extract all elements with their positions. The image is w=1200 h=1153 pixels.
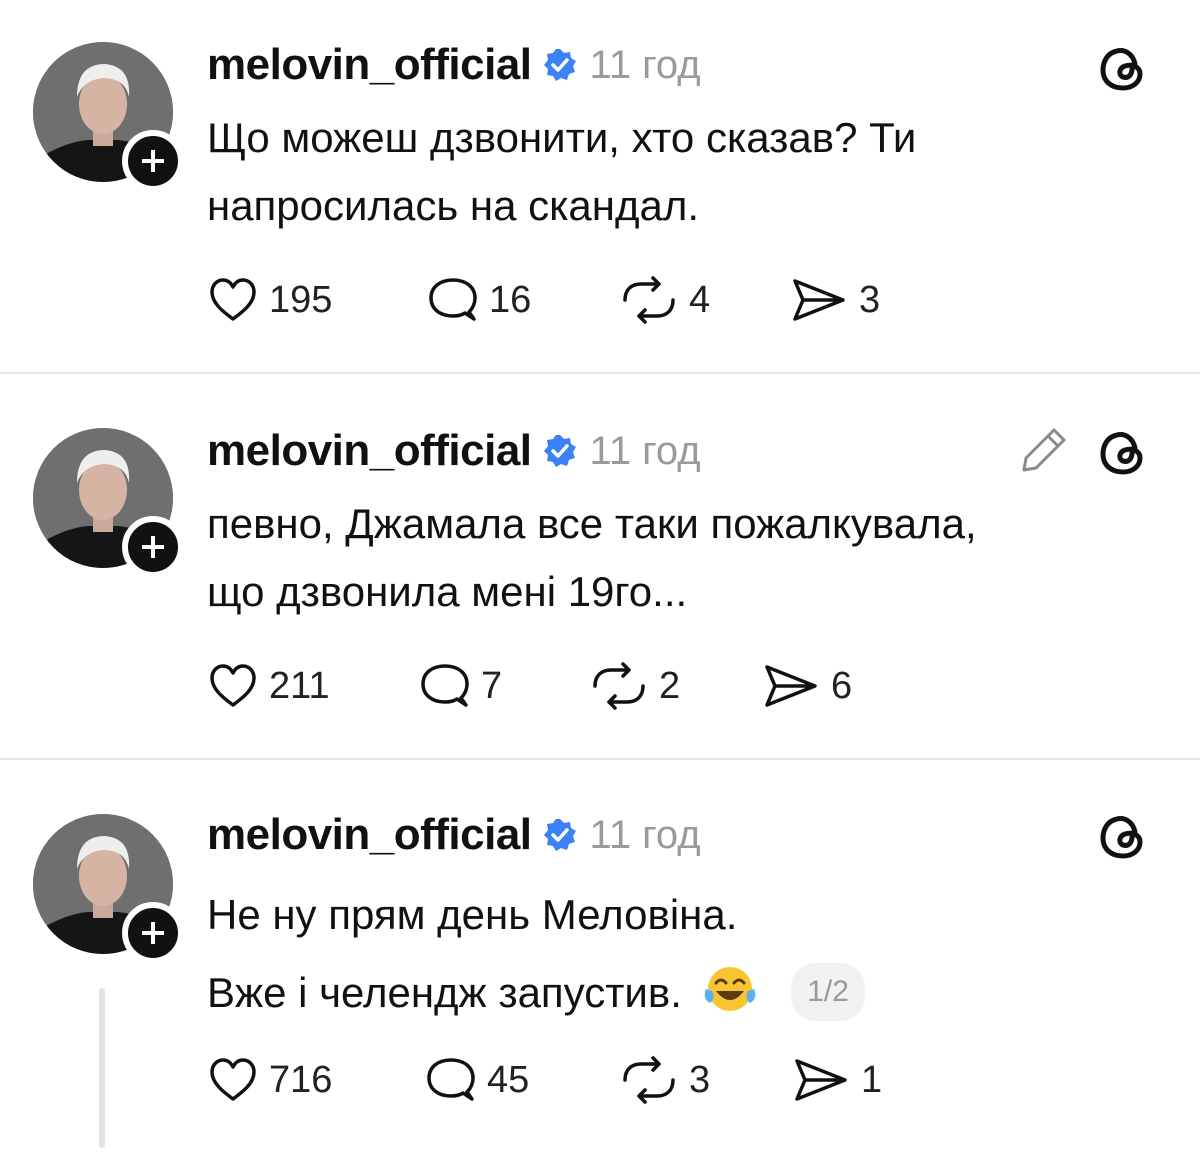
share-button[interactable]: 3 [787, 272, 880, 328]
post-text-line: Вже і челендж запустив. [207, 969, 682, 1016]
share-count: 6 [831, 664, 853, 707]
reply-button[interactable]: 16 [425, 272, 531, 328]
reply-button[interactable]: 45 [423, 1052, 529, 1108]
reply-bubble-icon [421, 664, 469, 707]
thread-line [99, 988, 105, 1148]
threads-logo-icon[interactable] [1095, 40, 1151, 96]
share-button[interactable]: 6 [759, 658, 852, 714]
reply-bubble-icon [427, 1058, 475, 1101]
repost-count: 4 [689, 278, 711, 321]
verified-badge-icon [543, 435, 576, 467]
verified-badge-icon [543, 49, 576, 81]
post-time: 11 год [589, 42, 701, 87]
username[interactable]: melovin_official [207, 810, 532, 860]
plus-icon [142, 150, 164, 172]
like-count: 716 [269, 1058, 333, 1101]
repost-icon [623, 276, 675, 324]
like-button[interactable]: 211 [205, 658, 330, 714]
repost-button[interactable]: 2 [587, 658, 680, 714]
heart-icon [210, 1058, 256, 1101]
post-text: певно, Джамала все таки пожалкувала, що … [207, 490, 1167, 626]
send-icon [765, 665, 817, 707]
pencil-icon[interactable] [1018, 422, 1072, 476]
follow-button[interactable] [122, 130, 184, 192]
post-time: 11 год [589, 812, 701, 857]
send-icon [795, 1059, 847, 1101]
heart-icon [210, 664, 256, 707]
repost-button[interactable]: 3 [617, 1052, 710, 1108]
reply-bubble-icon [429, 278, 477, 321]
username[interactable]: melovin_official [207, 426, 532, 476]
post-text: Не ну прям день Меловіна. Вже і челендж … [207, 876, 1167, 1032]
threads-logo-icon[interactable] [1095, 424, 1151, 480]
like-button[interactable]: 716 [205, 1052, 332, 1108]
post-header: melovin_official 11 год [207, 426, 701, 476]
reply-count: 45 [487, 1058, 530, 1101]
repost-button[interactable]: 4 [617, 272, 710, 328]
like-count: 195 [269, 278, 333, 321]
post-time: 11 год [589, 428, 701, 473]
post-header: melovin_official 11 год [207, 810, 701, 860]
repost-count: 2 [659, 664, 681, 707]
post-text: Що можеш дзвонити, хто сказав? Ти напрос… [207, 104, 1167, 240]
send-icon [793, 279, 845, 321]
reply-count: 7 [481, 664, 503, 707]
face-with-tears-of-joy-icon [704, 967, 755, 1011]
share-button[interactable]: 1 [789, 1052, 882, 1108]
repost-icon [623, 1056, 675, 1104]
follow-button[interactable] [122, 902, 184, 964]
post-divider [0, 758, 1200, 760]
verified-badge-icon [543, 819, 576, 851]
post-text-line: Не ну прям день Меловіна. [207, 891, 738, 938]
post-text-line: що дзвонила мені 19го... [207, 568, 688, 615]
repost-count: 3 [689, 1058, 711, 1101]
reply-count: 16 [489, 278, 532, 321]
reply-button[interactable]: 7 [417, 658, 502, 714]
plus-icon [142, 922, 164, 944]
post-text-line: певно, Джамала все таки пожалкувала, [207, 500, 977, 547]
threads-logo-icon[interactable] [1095, 808, 1151, 864]
like-count: 211 [269, 664, 330, 707]
username[interactable]: melovin_official [207, 40, 532, 90]
like-button[interactable]: 195 [205, 272, 332, 328]
plus-icon [142, 536, 164, 558]
post-header: melovin_official 11 год [207, 40, 701, 90]
share-count: 1 [861, 1058, 883, 1101]
post-divider [0, 372, 1200, 374]
heart-icon [210, 278, 256, 321]
post-text-line: Що можеш дзвонити, хто сказав? Ти [207, 114, 917, 161]
post-text-line: напросилась на скандал. [207, 182, 700, 229]
share-count: 3 [859, 278, 881, 321]
follow-button[interactable] [122, 516, 184, 578]
thread-page-indicator[interactable]: 1/2 [791, 963, 865, 1021]
post-text-line-with-extras: Вже і челендж запустив. 1/2 [207, 954, 1167, 1032]
repost-icon [593, 662, 645, 710]
